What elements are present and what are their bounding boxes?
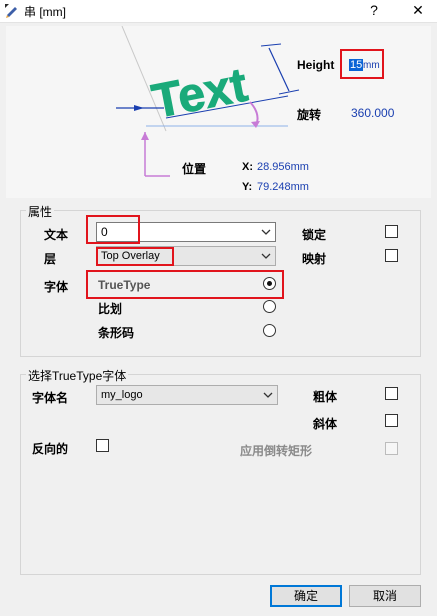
properties-group-title: 属性	[26, 203, 55, 220]
text-value-highlight	[86, 215, 140, 244]
mirror-label: 映射	[302, 252, 327, 266]
bold-checkbox[interactable]	[385, 387, 398, 400]
pencil-edit-icon	[5, 4, 19, 18]
position-label: 位置	[182, 162, 207, 176]
x-value[interactable]: 28.956mm	[257, 161, 309, 173]
height-unit: mm	[363, 60, 380, 71]
font-option-truetype-label: TrueType	[98, 278, 151, 292]
height-label: Height	[297, 58, 335, 72]
layer-label: 层	[44, 252, 57, 266]
italic-label: 斜体	[313, 417, 338, 431]
text-label: 文本	[44, 228, 69, 242]
inverted-rect-label: 应用倒转矩形	[240, 444, 313, 458]
font-option-stroke-label: 比划	[98, 302, 123, 316]
close-button[interactable]: ✕	[408, 2, 428, 19]
inverted-label: 反向的	[32, 442, 69, 456]
ok-button[interactable]: 确定	[270, 585, 342, 607]
height-value-highlight[interactable]: 15 mm	[340, 49, 384, 79]
y-label: Y:	[242, 181, 253, 193]
chevron-down-icon[interactable]	[263, 388, 273, 402]
font-option-barcode-label: 条形码	[98, 326, 135, 340]
chevron-down-icon[interactable]	[261, 225, 271, 239]
truetype-group-title: 选择TrueType字体	[26, 367, 129, 384]
font-name-value: my_logo	[101, 389, 143, 401]
rotation-label: 旋转	[297, 108, 322, 122]
layer-value-highlight	[96, 247, 174, 266]
inverted-checkbox[interactable]	[96, 439, 109, 452]
font-option-truetype-radio[interactable]	[263, 277, 276, 290]
cancel-button[interactable]: 取消	[349, 585, 421, 607]
font-name-combobox[interactable]: my_logo	[96, 385, 278, 405]
font-label: 字体	[44, 280, 69, 294]
italic-checkbox[interactable]	[385, 414, 398, 427]
font-option-stroke-radio[interactable]	[263, 300, 276, 313]
title-bar: 串 [mm] ? ✕	[0, 0, 437, 22]
y-value[interactable]: 79.248mm	[257, 181, 309, 193]
font-option-barcode-radio[interactable]	[263, 324, 276, 337]
inverted-rect-checkbox	[385, 442, 398, 455]
sample-text-preview: Text	[148, 59, 252, 129]
mirror-checkbox[interactable]	[385, 249, 398, 262]
help-button[interactable]: ?	[364, 2, 384, 18]
window-title: 串 [mm]	[24, 5, 66, 19]
bold-label: 粗体	[313, 390, 338, 404]
chevron-down-icon[interactable]	[261, 249, 271, 263]
lock-label: 锁定	[302, 228, 327, 242]
font-name-label: 字体名	[32, 391, 69, 405]
x-label: X:	[242, 161, 253, 173]
height-value[interactable]: 15	[349, 59, 364, 71]
lock-checkbox[interactable]	[385, 225, 398, 238]
rotation-value[interactable]: 360.000	[351, 106, 394, 120]
